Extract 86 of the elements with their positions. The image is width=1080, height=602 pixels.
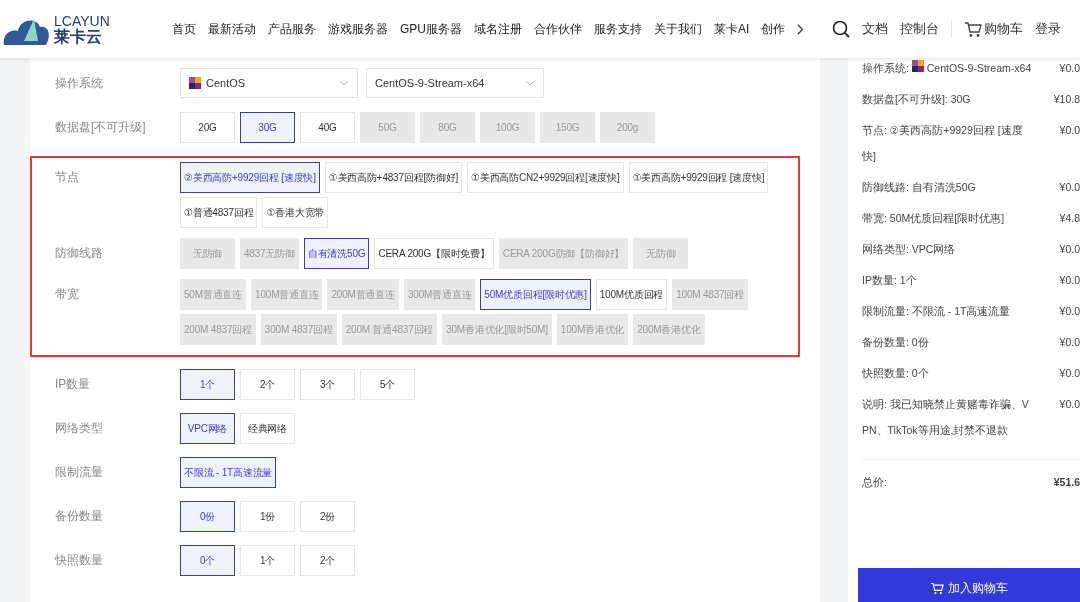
item-price: ¥0.0 <box>1059 61 1080 76</box>
field-label: 节点 <box>55 169 80 186</box>
option-button[interactable]: VPC网络 <box>180 413 235 444</box>
option-button[interactable]: ①美西高防+9929回程 [速度快] <box>628 162 769 193</box>
option-button[interactable]: 20G <box>180 112 235 143</box>
chevron-down-icon <box>339 80 349 86</box>
field-label: 带宽 <box>55 286 80 303</box>
option-button[interactable]: 经典网络 <box>240 413 295 444</box>
nav-link[interactable]: 关于我们 <box>654 20 702 38</box>
version-select[interactable]: CentOS-9-Stream-x64 <box>366 68 544 98</box>
search-icon[interactable] <box>832 20 850 38</box>
item-price: ¥0.0 <box>1059 180 1080 195</box>
field-label: 限制流量 <box>55 464 104 481</box>
option-button[interactable]: 100M优质回程 <box>595 279 668 310</box>
nav-link[interactable]: 产品服务 <box>268 20 316 38</box>
cart-icon <box>930 581 944 595</box>
field-label: 操作系统 <box>55 75 104 92</box>
nav-link[interactable]: 创作 <box>761 20 786 38</box>
option-button[interactable]: 2份 <box>300 501 355 532</box>
option-button[interactable]: 0个 <box>180 545 235 576</box>
option-button[interactable]: 40G <box>300 112 355 143</box>
chevron-down-icon <box>525 80 535 86</box>
field-label: 数据盘[不可升级] <box>55 119 147 136</box>
option-button[interactable]: 不限流 - 1T高速流量 <box>180 457 277 488</box>
field-label: 防御线路 <box>55 245 104 262</box>
option-button[interactable]: 3个 <box>300 369 355 400</box>
nav-link[interactable]: 域名注册 <box>474 20 522 38</box>
total-price: ¥51.6 <box>1053 476 1080 490</box>
item-price: ¥4.8 <box>1059 211 1080 226</box>
header-link[interactable]: 控制台 <box>900 20 939 38</box>
option-button[interactable]: 5个 <box>360 369 415 400</box>
nav-link[interactable]: 最新活动 <box>208 20 256 38</box>
summary-item: IP数量: 1个 <box>862 273 918 288</box>
header-link[interactable]: 文档 <box>862 20 888 38</box>
chevron-right-icon[interactable] <box>797 23 805 35</box>
option-button[interactable]: 30G <box>240 112 295 143</box>
option-button[interactable]: 1个 <box>180 369 235 400</box>
summary-item: 说明: 我已知晓禁止黄赌毒诈骗、VPN、TikTok等用途,封禁不退款 <box>862 397 1030 438</box>
summary-item: 防御线路: 自有清洗50G <box>862 180 977 195</box>
summary-item: 限制流量: 不限流 - 1T高速流量 <box>862 304 1012 319</box>
item-price: ¥0.0 <box>1059 304 1080 319</box>
summary-item: 节点: ②美西高防+9929回程 [速度快] <box>862 123 1024 164</box>
item-price: ¥0.0 <box>1059 335 1080 350</box>
summary-item: 备份数量: 0份 <box>862 335 930 350</box>
option-button[interactable]: ①美西高防CN2+9929回程[速度快] <box>467 162 624 193</box>
option-button[interactable]: 1个 <box>240 545 295 576</box>
item-price: ¥0.0 <box>1059 366 1080 381</box>
summary-item: 操作系统: CentOS-9-Stream-x64 <box>862 59 1033 76</box>
nav-link[interactable]: GPU服务器 <box>400 20 462 38</box>
nav-link[interactable]: 首页 <box>172 20 196 38</box>
option-button[interactable]: 自有清洗50G <box>303 238 370 269</box>
nav-link[interactable]: 莱卡AI <box>714 20 750 38</box>
summary-item: 带宽: 50M优质回程[限时优惠] <box>862 211 1006 226</box>
field-label: IP数量 <box>55 376 92 393</box>
summary-item: 快照数量: 0个 <box>862 366 930 381</box>
logo-wordmark: LCAYUN <box>54 13 110 28</box>
summary-item: 数据盘[不可升级]: 30G <box>862 92 972 107</box>
nav-link[interactable]: 游戏服务器 <box>328 20 388 38</box>
nav-link[interactable]: 服务支持 <box>594 20 642 38</box>
field-label: 快照数量 <box>55 552 104 569</box>
item-price: ¥0.0 <box>1059 123 1080 138</box>
cart-icon[interactable] <box>964 20 982 38</box>
nav-link[interactable]: 合作伙伴 <box>534 20 582 38</box>
summary-item: 网络类型: VPC网络 <box>862 242 957 257</box>
option-button[interactable]: ①香港大宽带 <box>262 197 329 228</box>
field-label: 备份数量 <box>55 508 104 525</box>
option-button[interactable]: CERA 200G【限时免费】 <box>374 238 494 269</box>
logo-chinese-name: 莱卡云 <box>54 28 103 45</box>
os-select[interactable]: CentOS <box>180 68 358 98</box>
item-price: ¥0.0 <box>1059 273 1080 288</box>
option-button[interactable]: 2个 <box>240 369 295 400</box>
option-button[interactable]: ①普通4837回程 <box>180 197 258 228</box>
cart-link[interactable]: 购物车 <box>984 20 1023 38</box>
option-button[interactable]: 0份 <box>180 501 235 532</box>
option-button[interactable]: ②美西高防+9929回程 [速度快] <box>180 162 320 193</box>
field-label: 网络类型 <box>55 420 104 437</box>
total-label: 总价: <box>862 476 887 490</box>
login-link[interactable]: 登录 <box>1035 20 1061 38</box>
add-to-cart-button[interactable]: 加入购物车 <box>858 568 1080 602</box>
option-button[interactable]: 2个 <box>300 545 355 576</box>
item-price: ¥0.0 <box>1059 397 1080 412</box>
option-button[interactable]: 1份 <box>240 501 295 532</box>
item-price: ¥10.8 <box>1053 92 1080 107</box>
option-button[interactable]: ①美西高防+4837回程[防御好] <box>324 162 462 193</box>
option-button[interactable]: 50M优质回程[限时优惠] <box>480 279 591 310</box>
item-price: ¥0.0 <box>1059 242 1080 257</box>
